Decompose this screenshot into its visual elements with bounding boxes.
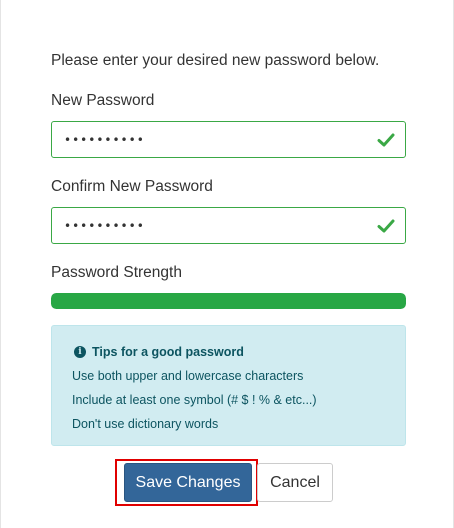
tips-heading: i Tips for a good password [74, 345, 244, 359]
new-password-label: New Password [51, 92, 155, 109]
tip-item: Don't use dictionary words [72, 417, 219, 431]
new-password-input[interactable] [52, 122, 372, 157]
password-strength-meter [51, 293, 406, 309]
password-tips-box: i Tips for a good password Use both uppe… [51, 325, 406, 446]
password-strength-label: Password Strength [51, 264, 182, 281]
save-changes-button[interactable]: Save Changes [124, 463, 252, 502]
tip-item: Use both upper and lowercase characters [72, 369, 304, 383]
checkmark-icon [377, 133, 395, 147]
confirm-password-input[interactable] [52, 208, 372, 243]
confirm-password-label: Confirm New Password [51, 178, 213, 195]
confirm-password-field[interactable] [51, 207, 406, 244]
password-strength-fill [51, 293, 406, 309]
tips-title: Tips for a good password [92, 345, 244, 359]
new-password-field[interactable] [51, 121, 406, 158]
instructions-text: Please enter your desired new password b… [51, 52, 380, 69]
checkmark-icon [377, 219, 395, 233]
cancel-button[interactable]: Cancel [257, 463, 333, 502]
tip-item: Include at least one symbol (# $ ! % & e… [72, 393, 317, 407]
info-icon: i [74, 346, 86, 358]
change-password-card: Please enter your desired new password b… [0, 0, 454, 528]
